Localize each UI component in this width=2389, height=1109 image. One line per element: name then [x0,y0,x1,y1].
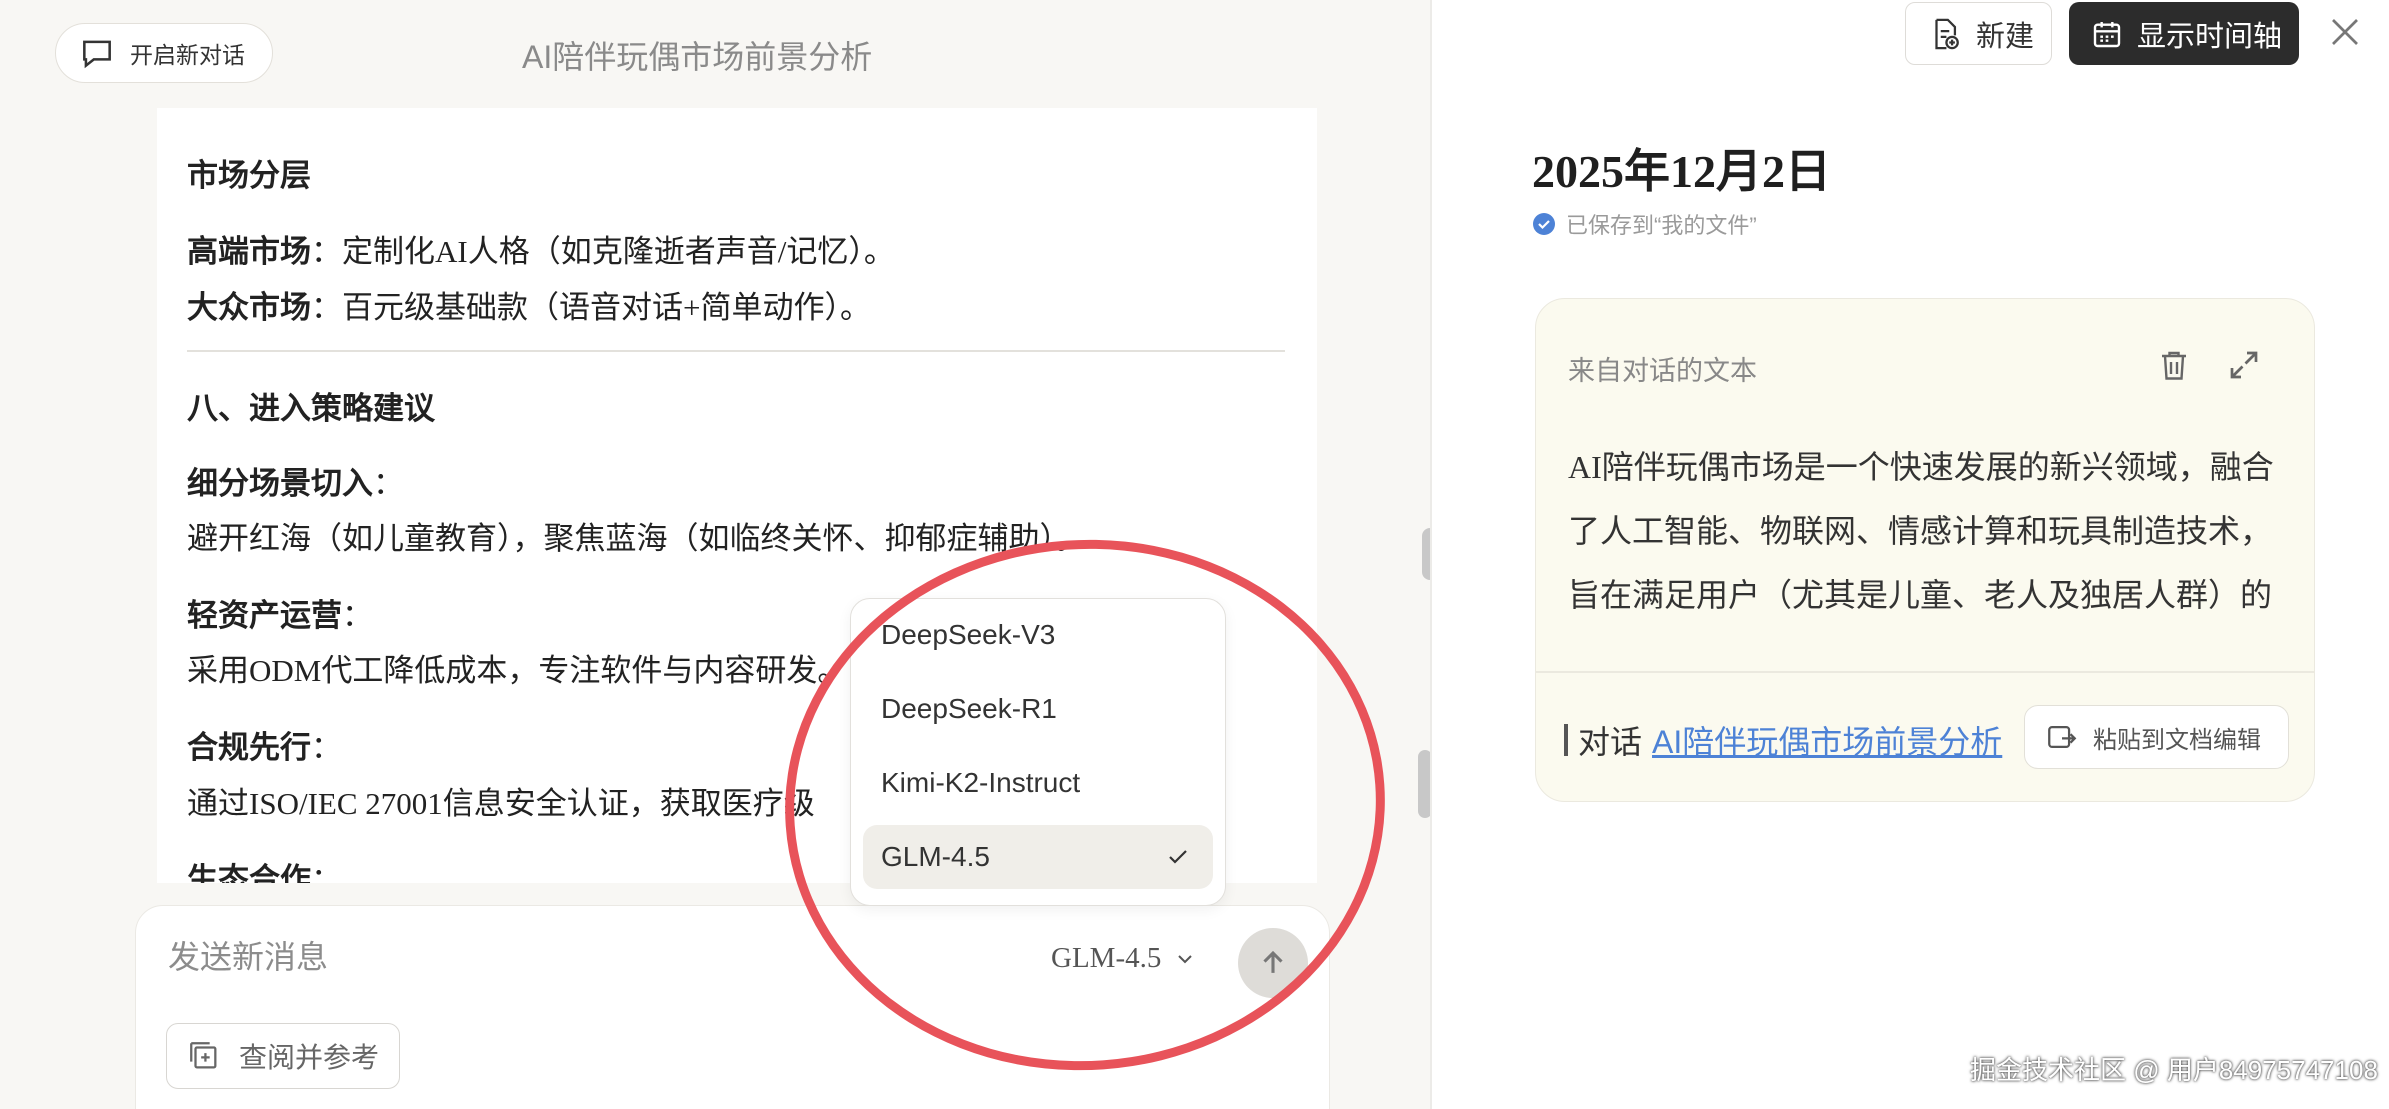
model-option[interactable]: Kimi-K2-Instruct [863,751,1213,815]
from-prefix: 对话 [1578,724,1643,760]
list-item-text: 避开红海（如儿童教育），聚焦蓝海（如临终关怀、抑郁症辅助）。 [187,521,1086,556]
chat-bubble-icon [83,40,111,69]
new-document-button[interactable]: 新建 [1905,2,2052,65]
chevron-down-icon [1178,954,1193,963]
paste-to-editor-button[interactable]: 粘贴到文档编辑 [2024,705,2289,769]
check-circle-icon [1533,213,1555,235]
bold-label: 合规先行 [187,730,311,765]
calendar-icon [2093,21,2121,47]
card-body-line: 了人工智能、物联网、情感计算和玩具制造技术， [1568,513,2273,549]
saved-text-card: 来自对话的文本 AI陪伴玩偶市场是一个快速发展的新兴领域，融合 了人工智能、物联… [1535,298,2315,802]
save-status: 已保存到“我的文件” [1532,208,1757,240]
chat-pane: 开启新对话 AI陪伴玩偶市场前景分析 市场分层 高端市场：定制化AI人格（如克隆… [0,0,1438,1109]
colon: ： [373,466,404,501]
send-button[interactable] [1238,928,1308,998]
paste-button-label: 粘贴到文档编辑 [2093,726,2261,754]
save-status-text: 已保存到“我的文件” [1566,213,1757,238]
trash-icon[interactable] [2156,347,2192,383]
add-reference-icon [190,1042,217,1069]
model-selector[interactable]: GLM-4.5 [1051,942,1197,975]
section-heading: 八、进入策略建议 [187,391,435,426]
watermark: 掘金技术社区 @ 用户84975747108 [1970,1055,2378,1085]
model-selector-label: GLM-4.5 [1051,942,1162,974]
card-source-label: 来自对话的文本 [1568,356,1757,386]
reference-button-label: 查阅并参考 [239,1042,380,1073]
expand-icon[interactable] [2226,347,2262,383]
model-option[interactable]: DeepSeek-R1 [863,677,1213,741]
list-item-title: 轻资产运营： [187,590,373,635]
list-item-title: 合规先行： [187,722,342,767]
bold-label: 轻资产运营 [187,598,342,633]
model-option-label: DeepSeek-R1 [881,693,1057,724]
show-timeline-button[interactable]: 显示时间轴 [2069,2,2299,65]
paragraph: 高端市场：定制化AI人格（如克隆逝者声音/记忆）。 [187,226,895,271]
card-body-line: AI陪伴玩偶市场是一个快速发展的新兴领域，融合 [1568,449,2274,485]
model-option-selected[interactable]: GLM-4.5 [863,825,1213,889]
message-composer: 发送新消息 GLM-4.5 查阅并参考 [135,905,1330,1109]
reference-button[interactable]: 查阅并参考 [166,1023,400,1089]
message-input[interactable]: 发送新消息 [168,932,328,978]
model-dropdown: DeepSeek-V3 DeepSeek-R1 Kimi-K2-Instruct… [850,598,1226,906]
list-item-text: 采用ODM代工降低成本，专注软件与内容研发。 [187,653,849,688]
conversation-link[interactable]: AI陪伴玩偶市场前景分析 [1652,717,2002,763]
paragraph-text: ：百元级基础款（语音对话+简单动作）。 [311,290,871,325]
model-option-label: Kimi-K2-Instruct [881,767,1081,798]
close-icon[interactable] [2327,14,2363,50]
arrow-up-icon [1263,950,1283,973]
conversation-title: AI陪伴玩偶市场前景分析 [522,39,873,75]
list-item-text: 通过ISO/IEC 27001信息安全认证，获取医疗级 [187,786,815,821]
quote-bar [1564,724,1568,756]
new-chat-button[interactable]: 开启新对话 [55,23,273,83]
card-body: AI陪伴玩偶市场是一个快速发展的新兴领域，融合 了人工智能、物联网、情感计算和玩… [1568,435,2298,627]
section-heading: 市场分层 [187,158,311,193]
paste-icon [2048,725,2077,749]
bold-label: 高端市场 [187,234,311,269]
colon: ： [311,862,342,883]
new-chat-label: 开启新对话 [130,42,245,68]
card-body-line: 旨在满足用户（尤其是儿童、老人及独居人群）的 [1568,577,2273,613]
divider [187,350,1285,352]
card-source-reference: 对话 AI陪伴玩偶市场前景分析 [1564,717,2002,763]
bold-label: 细分场景切入 [187,466,373,501]
show-timeline-label: 显示时间轴 [2137,20,2283,53]
note-date-title: 2025年12月2日 [1532,146,1831,197]
colon: ： [342,598,373,633]
bold-label: 生态合作 [187,862,311,883]
colon: ： [311,730,342,765]
list-item-title: 生态合作： [187,854,342,883]
new-document-label: 新建 [1976,20,2035,53]
list-item-title: 细分场景切入： [187,458,404,503]
paragraph-text: ：定制化AI人格（如克隆逝者声音/记忆）。 [311,234,895,269]
paragraph: 大众市场：百元级基础款（语音对话+简单动作）。 [187,282,871,327]
checkmark-icon [1169,850,1187,864]
card-divider [1536,671,2314,673]
model-option-label: DeepSeek-V3 [881,619,1056,650]
new-document-icon [1935,18,1959,49]
model-option-label: GLM-4.5 [881,841,990,872]
model-option[interactable]: DeepSeek-V3 [863,603,1213,667]
bold-label: 大众市场 [187,290,311,325]
